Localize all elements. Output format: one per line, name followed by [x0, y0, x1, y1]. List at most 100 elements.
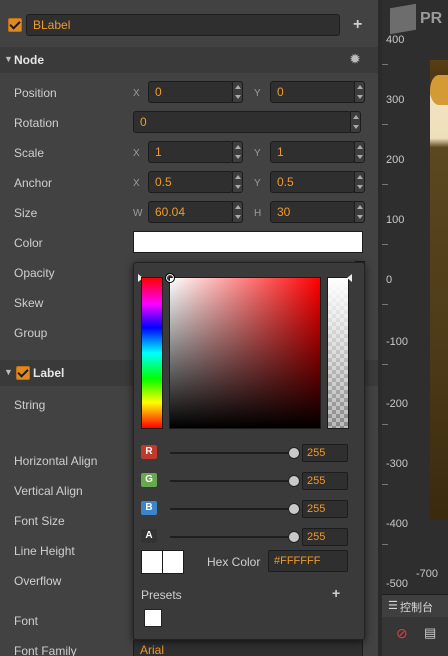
- ruler-tick: [382, 364, 388, 365]
- font-size-label: Font Size: [14, 514, 65, 528]
- new-color-swatch: [141, 550, 163, 574]
- console-tab[interactable]: ☰ 控制台: [382, 594, 448, 617]
- preset-swatch[interactable]: [144, 609, 162, 627]
- ruler-label: 200: [386, 154, 405, 166]
- green-slider-track[interactable]: [170, 480, 294, 482]
- font-family-label: Font Family: [14, 644, 77, 656]
- node-active-checkbox[interactable]: [8, 18, 22, 32]
- ruler-label: 400: [386, 34, 405, 46]
- ruler-tick: [382, 544, 388, 545]
- position-x-field[interactable]: 0: [148, 81, 233, 103]
- bottom-ruler-label: -700: [416, 568, 439, 580]
- scale-x-field[interactable]: 1: [148, 141, 233, 163]
- console-list-icon: ☰: [388, 600, 398, 612]
- open-log-icon[interactable]: ▤: [424, 625, 436, 641]
- hex-color-input[interactable]: #FFFFFF: [268, 550, 348, 572]
- alpha-marker-icon: [347, 274, 352, 282]
- scene-view[interactable]: PR 400 300 200 100 0 -100 -200 -300 -400…: [382, 0, 448, 656]
- font-family-field[interactable]: Arial: [133, 639, 363, 656]
- clear-console-icon[interactable]: ⊘: [396, 625, 408, 642]
- font-label: Font: [14, 614, 39, 628]
- color-picker-popup: R 255 G 255 B 255 A 255 Hex Color #FFFFF…: [133, 262, 365, 640]
- vertical-align-label: Vertical Align: [14, 484, 83, 498]
- blue-slider-knob[interactable]: [288, 503, 300, 515]
- green-badge: G: [141, 473, 157, 487]
- node-section-title: Node: [14, 53, 44, 67]
- position-y-axis: Y: [254, 88, 261, 99]
- ruler-tick: [382, 304, 388, 305]
- saturation-value-area[interactable]: [169, 277, 321, 429]
- red-slider-knob[interactable]: [288, 447, 300, 459]
- horizontal-align-label: Horizontal Align: [14, 454, 98, 468]
- add-component-icon[interactable]: +: [353, 16, 362, 34]
- blue-value-field[interactable]: 255: [302, 500, 348, 518]
- anchor-x-stepper[interactable]: [232, 171, 243, 193]
- scale-y-stepper[interactable]: [354, 141, 365, 163]
- green-slider-knob[interactable]: [288, 475, 300, 487]
- inspector-panel: BLabel + ▼ Node ✹ Position X 0 Y 0 Rotat…: [0, 0, 378, 656]
- add-preset-icon[interactable]: +: [332, 585, 340, 601]
- ruler-label: -400: [386, 518, 409, 530]
- line-height-label: Line Height: [14, 544, 75, 558]
- ruler-label: -300: [386, 458, 409, 470]
- red-slider-track[interactable]: [170, 452, 294, 454]
- position-y-field[interactable]: 0: [270, 81, 355, 103]
- anchor-y-axis: Y: [254, 178, 261, 189]
- anchor-x-field[interactable]: 0.5: [148, 171, 233, 193]
- size-w-axis: W: [133, 208, 143, 219]
- alpha-channel-slider-track[interactable]: [170, 536, 294, 538]
- anchor-y-field[interactable]: 0.5: [270, 171, 355, 193]
- overflow-label: Overflow: [14, 574, 62, 588]
- scale-y-field[interactable]: 1: [270, 141, 355, 163]
- ruler-tick: [382, 424, 388, 425]
- color-swatch-field[interactable]: [133, 231, 363, 253]
- label-enabled-checkbox[interactable]: [16, 366, 30, 380]
- alpha-badge: A: [141, 529, 157, 543]
- rotation-field[interactable]: 0: [133, 111, 351, 133]
- scene-preview-image: [430, 60, 448, 520]
- position-label: Position: [14, 86, 57, 100]
- scene-object-icon: [430, 75, 448, 105]
- collapse-triangle-icon: ▼: [4, 54, 13, 64]
- size-h-axis: H: [254, 208, 262, 219]
- size-w-stepper[interactable]: [232, 201, 243, 223]
- anchor-y-stepper[interactable]: [354, 171, 365, 193]
- color-label: Color: [14, 236, 43, 250]
- console-toolbar: ⊘ ▤: [382, 617, 448, 656]
- collapse-triangle-icon: ▼: [4, 367, 13, 377]
- node-name-input[interactable]: BLabel: [26, 14, 340, 36]
- size-label: Size: [14, 206, 38, 220]
- alpha-channel-slider-knob[interactable]: [288, 531, 300, 543]
- sv-handle[interactable]: [165, 273, 175, 283]
- scale-x-stepper[interactable]: [232, 141, 243, 163]
- blue-slider-track[interactable]: [170, 508, 294, 510]
- app-logo-icon: [390, 3, 416, 35]
- skew-label: Skew: [14, 296, 44, 310]
- string-label: String: [14, 398, 46, 412]
- ruler-tick: [382, 484, 388, 485]
- rotation-stepper[interactable]: [350, 111, 361, 133]
- ruler-label: 100: [386, 214, 405, 226]
- position-y-stepper[interactable]: [354, 81, 365, 103]
- alpha-value-field[interactable]: 255: [302, 528, 348, 546]
- ruler-label: -500: [386, 578, 409, 590]
- scale-x-axis: X: [133, 148, 140, 159]
- rotation-label: Rotation: [14, 116, 59, 130]
- group-label: Group: [14, 326, 48, 340]
- blue-badge: B: [141, 501, 157, 515]
- position-x-axis: X: [133, 88, 140, 99]
- position-x-stepper[interactable]: [232, 81, 243, 103]
- node-section-header[interactable]: ▼ Node ✹: [0, 47, 378, 73]
- red-value-field[interactable]: 255: [302, 444, 348, 462]
- scale-y-axis: Y: [254, 148, 261, 159]
- ruler-label: 300: [386, 94, 405, 106]
- alpha-slider[interactable]: [327, 277, 349, 429]
- hue-slider[interactable]: [141, 277, 163, 429]
- ruler-tick: [382, 64, 388, 65]
- gear-icon[interactable]: ✹: [350, 52, 360, 66]
- size-h-stepper[interactable]: [354, 201, 365, 223]
- green-value-field[interactable]: 255: [302, 472, 348, 490]
- size-w-field[interactable]: 60.04: [148, 201, 233, 223]
- size-h-field[interactable]: 30: [270, 201, 355, 223]
- old-color-swatch[interactable]: [162, 550, 184, 574]
